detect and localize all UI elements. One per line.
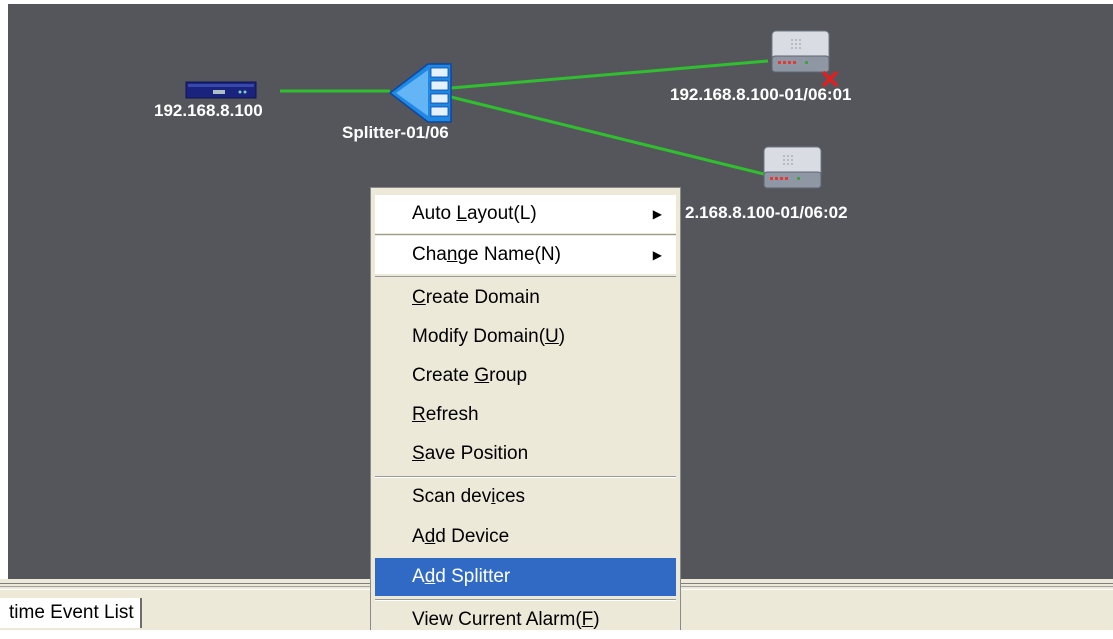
- mnemonic: S: [412, 443, 425, 464]
- menu-separator: [375, 276, 676, 277]
- mnemonic: d: [424, 566, 436, 587]
- menu-item-change-name[interactable]: Change Name(N) ▶: [375, 236, 676, 274]
- mnemonic: G: [474, 365, 490, 386]
- olt-label[interactable]: 192.168.8.100: [154, 101, 263, 121]
- splitter-label[interactable]: Splitter-01/06: [342, 123, 449, 143]
- onu-icon[interactable]: [771, 30, 830, 73]
- menu-item-auto-layout[interactable]: Auto Layout(L) ▶: [375, 195, 676, 233]
- mnemonic: d: [424, 526, 436, 547]
- link-splitter-onu1: [450, 59, 769, 90]
- olt-rack-icon[interactable]: [185, 81, 257, 99]
- onu1-label[interactable]: 192.168.8.100-01/06:01: [670, 85, 852, 105]
- menu-item-add-device[interactable]: Add Device: [375, 518, 676, 556]
- mnemonic: F: [581, 609, 594, 630]
- mnemonic: n: [446, 244, 458, 265]
- menu-item-label: A: [412, 566, 425, 587]
- menu-item-label: ): [593, 609, 600, 630]
- menu-item-label: Scan dev: [412, 486, 492, 507]
- menu-item-label: ge Name(N): [457, 244, 561, 265]
- menu-item-label: Auto: [412, 203, 457, 224]
- menu-item-modify-domain[interactable]: Modify Domain(U): [375, 318, 676, 356]
- mnemonic: U: [545, 326, 559, 347]
- menu-separator: [375, 234, 676, 235]
- menu-item-refresh[interactable]: Refresh: [375, 396, 676, 434]
- alarm-x-icon: [821, 70, 839, 88]
- menu-item-create-domain[interactable]: Create Domain: [375, 279, 676, 317]
- menu-item-label: ces: [495, 486, 526, 507]
- tab-realtime-event-list[interactable]: time Event List: [0, 598, 142, 628]
- menu-item-label: View Current Alarm(: [412, 609, 582, 630]
- menu-item-label: efresh: [425, 404, 479, 425]
- mnemonic: C: [412, 287, 426, 308]
- link-splitter-onu2: [450, 95, 769, 177]
- submenu-arrow-icon: ▶: [652, 207, 662, 221]
- menu-item-save-position[interactable]: Save Position: [375, 435, 676, 473]
- menu-item-label: Cha: [412, 244, 447, 265]
- mnemonic: R: [412, 404, 426, 425]
- menu-item-label: ave Position: [424, 443, 529, 464]
- onu-icon[interactable]: [763, 146, 822, 189]
- splitter-icon[interactable]: [388, 63, 452, 123]
- mnemonic: L: [456, 203, 467, 224]
- menu-item-add-splitter[interactable]: Add Splitter: [375, 558, 676, 596]
- menu-item-create-group[interactable]: Create Group: [375, 357, 676, 395]
- menu-item-label: d Device: [435, 526, 510, 547]
- menu-item-label: A: [412, 526, 425, 547]
- menu-item-view-current-alarm[interactable]: View Current Alarm(F): [375, 601, 676, 639]
- menu-item-label: roup: [489, 365, 528, 386]
- menu-item-scan-devices[interactable]: Scan devices: [375, 478, 676, 516]
- context-menu: Auto Layout(L) ▶ Change Name(N) ▶ Create…: [370, 187, 681, 630]
- onu2-label[interactable]: 2.168.8.100-01/06:02: [685, 203, 848, 223]
- menu-item-label: ayout(L): [466, 203, 537, 224]
- menu-item-label: d Splitter: [435, 566, 511, 587]
- submenu-arrow-icon: ▶: [652, 248, 662, 262]
- menu-item-label: reate Domain: [425, 287, 540, 308]
- menu-item-label: Modify Domain(: [412, 326, 546, 347]
- menu-item-label: Create: [412, 365, 475, 386]
- menu-item-label: ): [558, 326, 566, 347]
